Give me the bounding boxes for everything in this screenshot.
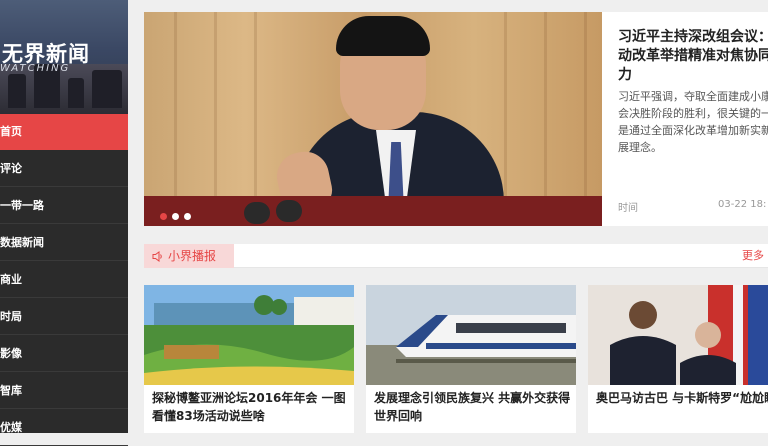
sidebar-item-label: 数据新闻 (0, 236, 44, 249)
sidebar-item-label: 一带一路 (0, 199, 44, 212)
sidebar-item-label: 智库 (0, 384, 22, 397)
card-image (588, 285, 768, 385)
hero-title[interactable]: 习近平主持深改组会议：推动改革举措精准对焦协同发力 (618, 28, 768, 85)
sidebar-item-belt-road[interactable]: 一带一路 (0, 188, 128, 224)
microphone-icon (244, 202, 270, 224)
site-logo[interactable]: 无界新闻 WATCHING (0, 0, 128, 114)
sidebar-item-think-tank[interactable]: 智库 (0, 373, 128, 409)
section-divider (234, 267, 768, 268)
news-card[interactable]: 探秘博鳌亚洲论坛2016年年会 一图看懂83场活动说些啥 (144, 285, 354, 433)
card-title: 发展理念引领民族复兴 共赢外交获得世界回响 (374, 391, 571, 423)
carousel-dot[interactable] (160, 213, 167, 220)
logo-temple-shape (92, 70, 122, 108)
hero-summary: 习近平强调，夺取全面建成小康社会决胜阶段的胜利，很关键的一条是通过全面深化改革增… (618, 90, 768, 154)
card-image (144, 285, 354, 385)
curtain-fold (584, 12, 587, 226)
sidebar: 无界新闻 WATCHING 首页 评论 一带一路 数据新闻 商业 时局 影像 智… (0, 0, 128, 446)
hero-time-label: 时间 (618, 203, 638, 214)
logo-temple-shape (8, 74, 26, 108)
speaker-hair (336, 16, 430, 56)
microphone-icon (276, 200, 302, 222)
curtain-fold (174, 12, 177, 226)
section-header: 小界播报 更多 (144, 244, 768, 268)
more-link[interactable]: 更多 (742, 244, 764, 268)
hero-article: 习近平主持深改组会议：推动改革举措精准对焦协同发力 习近平强调，夺取全面建成小康… (618, 12, 768, 226)
card-image-forum (144, 285, 354, 385)
card-image (366, 285, 576, 385)
sidebar-item-business[interactable]: 商业 (0, 262, 128, 298)
sidebar-item-label: 优媒 (0, 421, 22, 434)
news-card[interactable]: 发展理念引领民族复兴 共赢外交获得世界回响 (366, 285, 576, 433)
carousel-dot[interactable] (184, 213, 191, 220)
card-title: 奥巴马访古巴 与卡斯特罗“尬尬瞬间” (596, 391, 768, 405)
sidebar-item-current-affairs[interactable]: 时局 (0, 299, 128, 335)
sidebar-item-label: 评论 (0, 162, 22, 175)
carousel-dot[interactable] (172, 213, 179, 220)
section-tag[interactable]: 小界播报 (144, 244, 234, 268)
sidebar-item-image[interactable]: 影像 (0, 336, 128, 372)
sidebar-item-media[interactable]: 优媒 (0, 410, 128, 446)
logo-subtitle: WATCHING (0, 63, 71, 74)
card-title: 探秘博鳌亚洲论坛2016年年会 一图看懂83场活动说些啥 (152, 391, 346, 423)
speaker-icon (152, 251, 162, 262)
curtain-fold (254, 12, 257, 226)
podium-desk (144, 196, 602, 226)
sidebar-item-data-news[interactable]: 数据新闻 (0, 225, 128, 261)
sidebar-item-comment[interactable]: 评论 (0, 151, 128, 187)
card-image-meeting (588, 285, 768, 385)
curtain-fold (544, 12, 547, 226)
section-title: 小界播报 (168, 249, 217, 263)
curtain-fold (504, 12, 507, 226)
sidebar-item-label: 时局 (0, 310, 22, 323)
sidebar-item-label: 影像 (0, 347, 22, 360)
sidebar-item-label: 商业 (0, 273, 22, 286)
hero-timestamp: 03-22 18: (718, 199, 767, 210)
sidebar-item-home[interactable]: 首页 (0, 114, 128, 150)
logo-temple-shape (68, 78, 84, 108)
sidebar-item-label: 首页 (0, 125, 22, 138)
hero-carousel: 习近平主持深改组会议：推动改革举措精准对焦协同发力 习近平强调，夺取全面建成小康… (144, 12, 768, 226)
carousel-indicators (160, 205, 196, 224)
curtain-fold (214, 12, 217, 226)
hero-image[interactable] (144, 12, 602, 226)
card-image-train (366, 285, 576, 385)
news-card[interactable]: 奥巴马访古巴 与卡斯特罗“尬尬瞬间” (588, 285, 768, 433)
